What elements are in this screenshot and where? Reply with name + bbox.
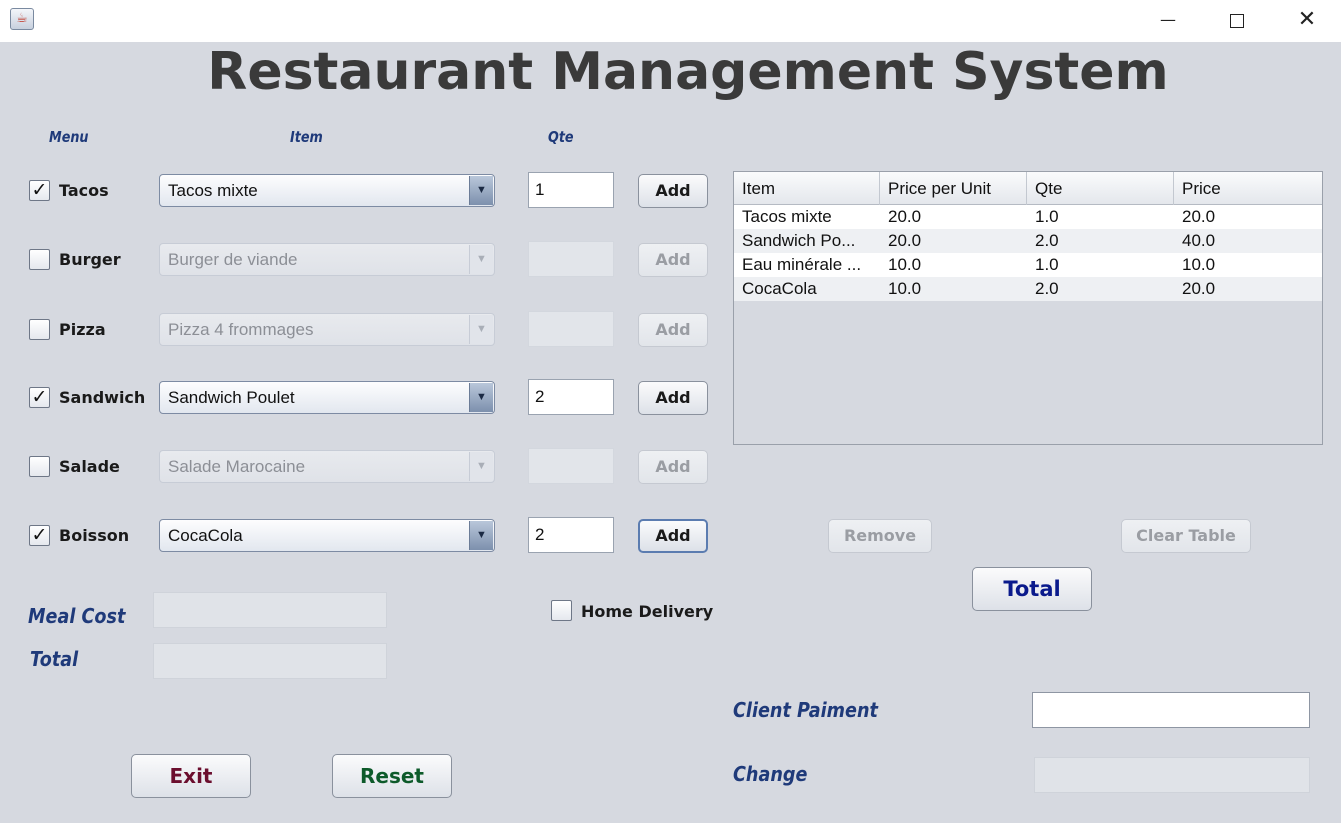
sandwich-add-button[interactable]: Add bbox=[638, 381, 708, 415]
table-cell: 10.0 bbox=[1182, 255, 1216, 274]
sandwich-checkbox[interactable]: ✓ bbox=[29, 387, 50, 408]
boisson-checkbox[interactable]: ✓ bbox=[29, 525, 50, 546]
table-cell: Sandwich Po... bbox=[742, 231, 856, 250]
table-cell: Tacos mixte bbox=[742, 207, 832, 226]
burger-checkbox[interactable] bbox=[29, 249, 50, 270]
tacos-add-button[interactable]: Add bbox=[638, 174, 708, 208]
clear-table-button[interactable]: Clear Table bbox=[1121, 519, 1251, 553]
table-cell: 1.0 bbox=[1035, 255, 1059, 274]
item-column-label: Item bbox=[290, 128, 323, 146]
salade-add-button[interactable]: Add bbox=[638, 450, 708, 484]
column-header-qte[interactable]: Qte bbox=[1027, 172, 1174, 205]
total-field bbox=[153, 643, 387, 679]
table-cell: 2.0 bbox=[1035, 279, 1059, 298]
chevron-down-icon: ▼ bbox=[469, 176, 493, 205]
meal-cost-field bbox=[153, 592, 387, 628]
menu-column-label: Menu bbox=[49, 128, 89, 146]
chevron-down-icon: ▼ bbox=[469, 521, 493, 550]
table-cell: CocaCola bbox=[742, 279, 817, 298]
boisson-item-dropdown[interactable]: CocaCola ▼ bbox=[159, 519, 495, 552]
burger-label: Burger bbox=[59, 250, 121, 269]
chevron-down-icon: ▼ bbox=[469, 452, 493, 481]
table-cell: 40.0 bbox=[1182, 231, 1216, 250]
burger-item-dropdown[interactable]: Burger de viande ▼ bbox=[159, 243, 495, 276]
java-cup-icon: ☕ bbox=[10, 8, 34, 30]
pizza-qty-input[interactable] bbox=[528, 311, 614, 347]
salade-item-dropdown[interactable]: Salade Marocaine ▼ bbox=[159, 450, 495, 483]
client-paiment-input[interactable] bbox=[1032, 692, 1310, 728]
salade-item-selected: Salade Marocaine bbox=[168, 457, 306, 476]
change-field bbox=[1034, 757, 1310, 793]
change-label: Change bbox=[733, 762, 808, 786]
table-cell: 10.0 bbox=[888, 279, 922, 298]
table-row[interactable]: Eau minérale ... 10.0 1.0 10.0 bbox=[734, 253, 1322, 277]
sandwich-item-dropdown[interactable]: Sandwich Poulet ▼ bbox=[159, 381, 495, 414]
sandwich-qty-input[interactable]: 2 bbox=[528, 379, 614, 415]
table-cell: 20.0 bbox=[888, 207, 922, 226]
burger-add-button[interactable]: Add bbox=[638, 243, 708, 277]
sandwich-item-selected: Sandwich Poulet bbox=[168, 388, 295, 407]
exit-button[interactable]: Exit bbox=[131, 754, 251, 798]
home-delivery-checkbox[interactable] bbox=[551, 600, 572, 621]
column-header-item[interactable]: Item bbox=[734, 172, 880, 205]
table-header: Item Price per Unit Qte Price bbox=[734, 172, 1322, 205]
window-titlebar: ☕ — ✕ bbox=[0, 0, 1341, 42]
boisson-item-selected: CocaCola bbox=[168, 526, 243, 545]
page-title: Restaurant Management System bbox=[207, 42, 1169, 102]
tacos-item-dropdown[interactable]: Tacos mixte ▼ bbox=[159, 174, 495, 207]
tacos-label: Tacos bbox=[59, 181, 109, 200]
total-label: Total bbox=[30, 647, 79, 671]
table-row[interactable]: Sandwich Po... 20.0 2.0 40.0 bbox=[734, 229, 1322, 253]
table-row[interactable]: Tacos mixte 20.0 1.0 20.0 bbox=[734, 205, 1322, 229]
tacos-checkbox[interactable]: ✓ bbox=[29, 180, 50, 201]
chevron-down-icon: ▼ bbox=[469, 245, 493, 274]
tacos-qty-input[interactable]: 1 bbox=[528, 172, 614, 208]
qte-column-label: Qte bbox=[548, 128, 574, 146]
minimize-button[interactable]: — bbox=[1133, 0, 1203, 40]
boisson-add-button[interactable]: Add bbox=[638, 519, 708, 553]
table-cell: 1.0 bbox=[1035, 207, 1059, 226]
pizza-item-selected: Pizza 4 frommages bbox=[168, 320, 314, 339]
maximize-button[interactable] bbox=[1202, 0, 1272, 40]
reset-button[interactable]: Reset bbox=[332, 754, 452, 798]
close-button[interactable]: ✕ bbox=[1272, 0, 1341, 40]
burger-item-selected: Burger de viande bbox=[168, 250, 298, 269]
total-button[interactable]: Total bbox=[972, 567, 1092, 611]
meal-cost-label: Meal Cost bbox=[28, 604, 126, 628]
column-header-price-per-unit[interactable]: Price per Unit bbox=[880, 172, 1027, 205]
burger-qty-input[interactable] bbox=[528, 241, 614, 277]
boisson-qty-input[interactable]: 2 bbox=[528, 517, 614, 553]
chevron-down-icon: ▼ bbox=[469, 315, 493, 344]
maximize-icon bbox=[1230, 13, 1244, 28]
chevron-down-icon: ▼ bbox=[469, 383, 493, 412]
column-header-price[interactable]: Price bbox=[1174, 172, 1322, 205]
client-paiment-label: Client Paiment bbox=[733, 698, 878, 722]
sandwich-label: Sandwich bbox=[59, 388, 146, 407]
remove-button[interactable]: Remove bbox=[828, 519, 932, 553]
table-cell: 10.0 bbox=[888, 255, 922, 274]
order-table[interactable]: Item Price per Unit Qte Price Tacos mixt… bbox=[733, 171, 1323, 445]
pizza-item-dropdown[interactable]: Pizza 4 frommages ▼ bbox=[159, 313, 495, 346]
table-cell: 20.0 bbox=[1182, 207, 1216, 226]
table-cell: 20.0 bbox=[888, 231, 922, 250]
pizza-add-button[interactable]: Add bbox=[638, 313, 708, 347]
boisson-label: Boisson bbox=[59, 526, 130, 545]
salade-checkbox[interactable] bbox=[29, 456, 50, 477]
pizza-label: Pizza bbox=[59, 320, 106, 339]
table-cell: Eau minérale ... bbox=[742, 255, 862, 274]
home-delivery-label: Home Delivery bbox=[581, 602, 714, 621]
table-cell: 2.0 bbox=[1035, 231, 1059, 250]
table-cell: 20.0 bbox=[1182, 279, 1216, 298]
salade-label: Salade bbox=[59, 457, 120, 476]
table-row[interactable]: CocaCola 10.0 2.0 20.0 bbox=[734, 277, 1322, 301]
tacos-item-selected: Tacos mixte bbox=[168, 181, 258, 200]
pizza-checkbox[interactable] bbox=[29, 319, 50, 340]
salade-qty-input[interactable] bbox=[528, 448, 614, 484]
